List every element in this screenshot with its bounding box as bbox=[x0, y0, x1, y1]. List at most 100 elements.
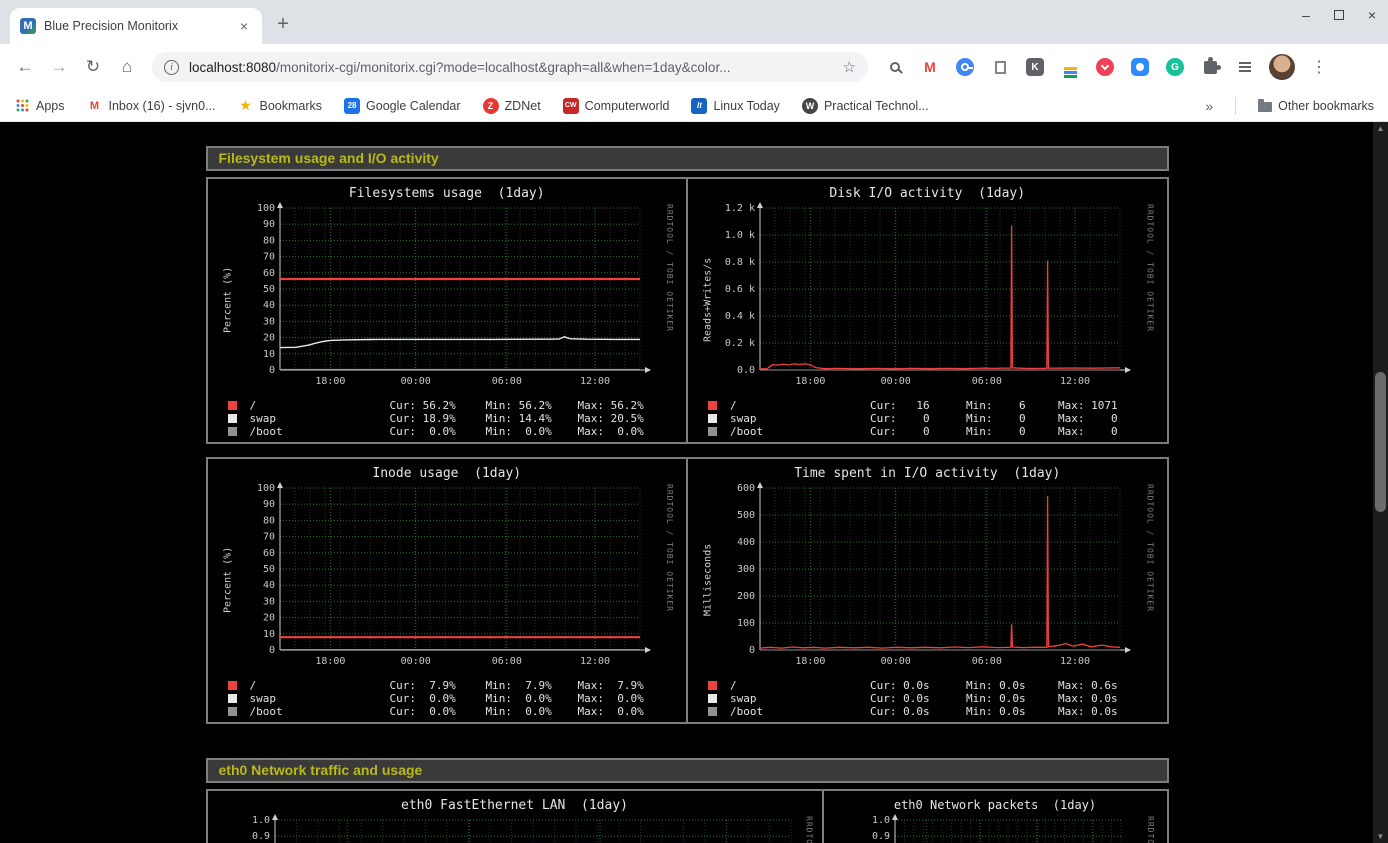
legend-max: Max: 0 bbox=[1058, 425, 1150, 438]
legend-series-name: /boot bbox=[250, 705, 390, 718]
layers-extension-icon[interactable] bbox=[1059, 56, 1081, 78]
magnifier-icon bbox=[890, 62, 900, 72]
bookmark-label: Computerworld bbox=[585, 99, 670, 113]
chart-panel-inode-usage: Inode usage (1day) Percent (%) 010203040… bbox=[216, 465, 679, 718]
graph-row-1: Filesystems usage (1day) Percent (%) 010… bbox=[206, 177, 1169, 444]
legend-series-name: swap bbox=[250, 692, 390, 705]
svg-text:0: 0 bbox=[269, 365, 275, 376]
chart-title: Time spent in I/O activity (1day) bbox=[696, 465, 1159, 482]
filesystems-usage-graph[interactable]: 010203040506070809010018:0000:0006:0012:… bbox=[236, 202, 660, 398]
key-extension-icon[interactable] bbox=[954, 56, 976, 78]
chevron-icon bbox=[1101, 61, 1109, 69]
search-extension-icon[interactable] bbox=[884, 56, 906, 78]
tab-strip: M Blue Precision Monitorix × + – × bbox=[0, 0, 1388, 44]
scrollbar-down-icon[interactable]: ▼ bbox=[1373, 832, 1388, 841]
legend-row: /bootCur: 0Min: 0Max: 0 bbox=[708, 425, 1159, 438]
reading-list-icon[interactable] bbox=[1234, 56, 1256, 78]
copy-pages-icon bbox=[995, 61, 1006, 74]
rrdtool-watermark: RRDTOOL / TOBI OETIKER bbox=[1141, 814, 1155, 843]
chart-ylabel bbox=[216, 814, 232, 843]
profile-avatar[interactable] bbox=[1269, 54, 1295, 80]
svg-text:00:00: 00:00 bbox=[881, 656, 911, 667]
scrollbar-up-icon[interactable]: ▲ bbox=[1373, 124, 1388, 133]
eth0-packets-graph[interactable]: 0.00.10.20.30.40.50.60.70.80.91.018:0000… bbox=[851, 814, 1141, 843]
bookmark-label: Google Calendar bbox=[366, 99, 461, 113]
legend-swatch bbox=[228, 401, 237, 410]
bookmark-google-calendar[interactable]: 28 Google Calendar bbox=[344, 98, 461, 114]
star-icon: ★ bbox=[238, 98, 254, 114]
rrdtool-watermark: RRDTOOL / TOBI OETIKER bbox=[800, 814, 814, 843]
maximize-icon[interactable] bbox=[1334, 10, 1344, 20]
chart-panel-disk-io: Disk I/O activity (1day) Reads+Writes/s … bbox=[696, 185, 1159, 438]
section-gap bbox=[206, 737, 1169, 758]
legend-swatch bbox=[228, 694, 237, 703]
svg-text:18:00: 18:00 bbox=[796, 656, 826, 667]
grammarly-extension-icon[interactable]: G bbox=[1164, 56, 1186, 78]
time-io-graph[interactable]: 010020030040050060018:0000:0006:0012:00 bbox=[716, 482, 1140, 678]
bookmark-inbox[interactable]: M Inbox (16) - sjvn0... bbox=[87, 98, 216, 114]
page-scrollbar[interactable]: ▲ ▼ bbox=[1373, 122, 1388, 843]
chart-title: Inode usage (1day) bbox=[216, 465, 679, 482]
new-tab-button[interactable]: + bbox=[268, 9, 298, 39]
k-badge-icon: K bbox=[1026, 58, 1044, 76]
tab-close-icon[interactable]: × bbox=[236, 18, 252, 34]
url-text[interactable]: localhost:8080/monitorix-cgi/monitorix.c… bbox=[189, 60, 833, 75]
legend-cur: Cur: 0.0s bbox=[870, 692, 966, 705]
wordpress-icon: W bbox=[802, 98, 818, 114]
inode-usage-graph[interactable]: 010203040506070809010018:0000:0006:0012:… bbox=[236, 482, 660, 678]
bookmark-practical-technology[interactable]: W Practical Technol... bbox=[802, 98, 929, 114]
bookmark-linux-today[interactable]: lt Linux Today bbox=[691, 98, 780, 114]
back-icon[interactable]: ← bbox=[10, 52, 40, 82]
graph-cell: eth0 FastEthernet LAN (1day) 0.00.10.20.… bbox=[208, 791, 822, 843]
window-close-icon[interactable]: × bbox=[1368, 8, 1376, 22]
legend-series-name: swap bbox=[250, 412, 390, 425]
forward-icon[interactable]: → bbox=[44, 52, 74, 82]
svg-text:500: 500 bbox=[737, 510, 755, 521]
address-bar[interactable]: i localhost:8080/monitorix-cgi/monitorix… bbox=[152, 52, 868, 82]
svg-text:18:00: 18:00 bbox=[315, 376, 345, 387]
other-bookmarks[interactable]: Other bookmarks bbox=[1258, 99, 1374, 113]
disk-io-graph[interactable]: 0.00.2 k0.4 k0.6 k0.8 k1.0 k1.2 k18:0000… bbox=[716, 202, 1140, 398]
scrollbar-thumb[interactable] bbox=[1375, 372, 1386, 512]
legend-min: Min: 0 bbox=[966, 425, 1058, 438]
bookmark-apps[interactable]: Apps bbox=[14, 98, 65, 114]
svg-text:600: 600 bbox=[737, 483, 755, 494]
window-controls: – × bbox=[1302, 4, 1376, 26]
browser-menu-icon[interactable]: ⋮ bbox=[1308, 56, 1330, 78]
legend-series-name: swap bbox=[730, 692, 870, 705]
extensions-puzzle-icon[interactable] bbox=[1199, 56, 1221, 78]
camera-extension-icon[interactable] bbox=[1129, 56, 1151, 78]
legend-min: Min: 0 bbox=[966, 412, 1058, 425]
svg-text:300: 300 bbox=[737, 564, 755, 575]
extension-icons: M K G ⋮ bbox=[878, 54, 1336, 80]
pocket-extension-icon[interactable] bbox=[1094, 56, 1116, 78]
legend-min: Min: 56.2% bbox=[486, 399, 578, 412]
gmail-extension-icon[interactable]: M bbox=[919, 56, 941, 78]
bookmark-computerworld[interactable]: CW Computerworld bbox=[563, 98, 670, 114]
bookmarks-overflow-chevron[interactable]: » bbox=[1205, 98, 1213, 114]
url-path: /monitorix-cgi/monitorix.cgi?mode=localh… bbox=[276, 60, 730, 75]
svg-text:70: 70 bbox=[263, 252, 275, 263]
keepass-extension-icon[interactable]: K bbox=[1024, 56, 1046, 78]
bookmark-star-icon[interactable]: ☆ bbox=[843, 58, 856, 76]
rrdtool-watermark: RRDTOOL / TOBI OETIKER bbox=[660, 482, 674, 678]
copy-extension-icon[interactable] bbox=[989, 56, 1011, 78]
svg-text:30: 30 bbox=[263, 596, 275, 607]
home-icon[interactable]: ⌂ bbox=[112, 52, 142, 82]
bookmark-zdnet[interactable]: Z ZDNet bbox=[483, 98, 541, 114]
minimize-icon[interactable]: – bbox=[1302, 8, 1310, 22]
legend-series-name: /boot bbox=[730, 425, 870, 438]
kebab-dots-icon: ⋮ bbox=[1309, 57, 1329, 77]
legend-series-name: / bbox=[250, 399, 390, 412]
legend-cur: Cur: 0.0% bbox=[390, 425, 486, 438]
svg-text:200: 200 bbox=[737, 591, 755, 602]
eth0-lan-graph[interactable]: 0.00.10.20.30.40.50.60.70.80.91.018:0000… bbox=[231, 814, 800, 843]
legend-series-name: swap bbox=[730, 412, 870, 425]
legend-swatch bbox=[708, 694, 717, 703]
bookmark-bookmarks[interactable]: ★ Bookmarks bbox=[238, 98, 323, 114]
reload-icon[interactable]: ↻ bbox=[78, 52, 108, 82]
svg-text:0.4 k: 0.4 k bbox=[725, 311, 755, 322]
browser-tab[interactable]: M Blue Precision Monitorix × bbox=[10, 8, 262, 44]
page-info-icon[interactable]: i bbox=[164, 60, 179, 75]
chart-title: eth0 FastEthernet LAN (1day) bbox=[216, 797, 814, 814]
